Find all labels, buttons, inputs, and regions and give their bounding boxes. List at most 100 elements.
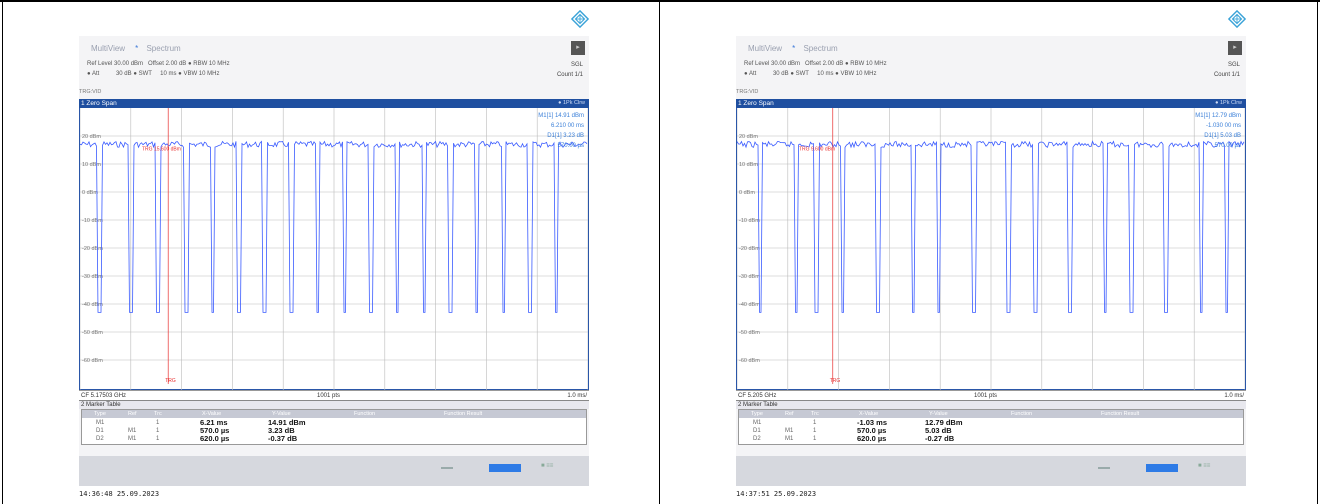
marker-table-col-y-value: Y-Value [929,411,948,417]
marker-table-cell: 1 [156,436,160,442]
marker-table-col-y-value: Y-Value [272,411,291,417]
softkey-footer: ■ ≡≡ [79,456,589,486]
window-title: 1 Zero Span [738,100,774,107]
zero-span-plot[interactable]: 20 dBm 10 dBm 0 dBm -10 dBm -20 dBm -30 dBm -4… [79,108,589,390]
trigger-level-label: TRG 15.600 dBm [142,146,181,152]
marker-table-cell: M1 [785,428,794,434]
y-axis-label: 20 dBm [739,134,758,140]
trace-mode-tag: ● 1Pk Clrw [558,100,585,106]
trigger-offset-label: TRG [830,378,841,384]
marker-readout: 570.00 µs [558,143,584,149]
status-icon: ■ ≡≡ [541,463,554,469]
marker-table-cell: 1 [156,428,160,434]
marker-table-cell: 1 [813,420,817,426]
tab-multiview[interactable]: MultiView [91,44,125,53]
tab-multiview[interactable]: MultiView [748,44,782,53]
y-axis-label: -40 dBm [739,302,760,308]
y-axis-label: -40 dBm [82,302,103,308]
marker-table-col-type: Type [751,411,763,417]
y-axis-label: -30 dBm [82,274,103,280]
status-bar: CF 5.205 GHz 1001 pts 1.0 ms/ [736,390,1246,400]
marker-table-cell: D2 [753,436,761,442]
marker-table-cell: -0.37 dB [268,434,298,443]
trigger-offset-label: TRG [165,378,176,384]
marker-table: Type Ref Trc X-Value Y-Value Function Function… [738,409,1244,445]
marker-table-col-function: Function [1011,411,1033,417]
marker-table-cell: M1 [785,436,794,442]
status-icon: ■ ≡≡ [1198,463,1211,469]
analyzer-screen: MultiView * Spectrum ▸ Ref Level 30.00 dB… [736,36,1246,486]
marker-table-cell: 1 [813,436,817,442]
sweep-count: Count 1/1 [556,72,583,78]
y-axis-label: -30 dBm [739,274,760,280]
analyzer-screen: MultiView * Spectrum ▸ Ref Level 30.00 dB… [79,36,589,486]
marker-table-cell: D2 [96,436,104,442]
marker-table-cell: D1 [753,428,761,434]
tab-modified-icon: * [792,44,796,53]
marker-table-cell: D1 [96,428,104,434]
marker-readout: -1.030 00 ms [1206,123,1241,129]
trace-1 [737,140,1245,313]
sweep-mode: SGL [1227,62,1240,68]
y-axis-label: -60 dBm [82,358,103,364]
y-axis-label: -20 dBm [82,246,103,252]
capture-timestamp: 14:36:48 25.09.2023 [79,490,160,498]
marker-table-cell: M1 [128,436,137,442]
y-axis-label: -50 dBm [739,330,760,336]
y-axis-label: 10 dBm [739,162,758,168]
marker-table-col-x-value: X-Value [859,411,879,417]
status-bar: CF 5.17503 GHz 1001 pts 1.0 ms/ [79,390,589,400]
y-axis-label: 0 dBm [82,190,98,196]
marker-table-col-function-result: Function Result [444,411,483,417]
marker-table-col-trc: Trc [811,411,819,417]
capture-timestamp: 14:37:51 25.09.2023 [736,490,817,498]
minimize-icon[interactable] [1098,467,1110,469]
header-line-2: ● Att 30 dB ● SWT 10 ms ● VBW 10 MHz [744,71,877,77]
tab-spectrum[interactable]: Spectrum [803,44,837,53]
y-axis-label: -10 dBm [82,218,103,224]
marker-table-cell: M1 [128,428,137,434]
zero-span-plot[interactable]: 20 dBm 10 dBm 0 dBm -10 dBm -20 dBm -30 dBm -4… [736,108,1246,390]
marker-table-title: 2 Marker Table [79,400,589,409]
y-axis-label: -10 dBm [739,218,760,224]
trigger-level-label: TRG 9.600 dBm [799,146,835,152]
marker-table-cell: 1 [156,420,160,426]
page: MultiView * Spectrum ▸ Ref Level 30.00 dB… [0,0,1320,504]
marker-readout: D1[1] 3.23 dB [547,133,584,139]
marker-table-col-x-value: X-Value [202,411,222,417]
marker-table-col-ref: Ref [785,411,794,417]
marker-table-cell: -0.27 dB [925,434,955,443]
marker-readout: 6.210 00 ms [551,123,584,129]
marker-table-cell: 620.0 µs [857,434,887,443]
minimize-icon[interactable] [441,467,453,469]
marker-table-col-type: Type [94,411,106,417]
marker-table-cell: M1 [96,420,105,426]
tab-modified-icon: * [135,44,139,53]
window-title-bar: 1 Zero Span ● 1Pk Clrw [736,99,1246,108]
marker-table-header: Type Ref Trc X-Value Y-Value Function Function… [739,410,1243,418]
sweep-count: Count 1/1 [1213,72,1240,78]
header-line-2: ● Att 30 dB ● SWT 10 ms ● VBW 10 MHz [87,71,220,77]
active-softkey-button[interactable] [1146,464,1178,472]
menu-button[interactable]: ▸ [1228,41,1242,55]
sweep-mode: SGL [570,62,583,68]
y-axis-label: 10 dBm [82,162,101,168]
active-softkey-button[interactable] [489,464,521,472]
header-line-1: Ref Level 30.00 dBm Offset 2.00 dB ● RBW… [744,61,887,67]
marker-table-cell: 1 [813,428,817,434]
trigger-label: TRG:VID [79,89,102,95]
window-title: 1 Zero Span [81,100,117,107]
menu-button[interactable]: ▸ [571,41,585,55]
y-axis-label: -20 dBm [739,246,760,252]
header-line-1: Ref Level 30.00 dBm Offset 2.00 dB ● RBW… [87,61,230,67]
marker-readout: 570.00 µs [1215,143,1241,149]
marker-table: Type Ref Trc X-Value Y-Value Function Function… [81,409,587,445]
tab-spectrum[interactable]: Spectrum [146,44,180,53]
y-axis-label: 20 dBm [82,134,101,140]
marker-table-col-function-result: Function Result [1101,411,1140,417]
trigger-label: TRG:VID [736,89,759,95]
marker-readout: M1[1] 14.91 dBm [538,113,584,119]
trace-mode-tag: ● 1Pk Clrw [1215,100,1242,106]
marker-table-header: Type Ref Trc X-Value Y-Value Function Function… [82,410,586,418]
y-axis-label: -50 dBm [82,330,103,336]
